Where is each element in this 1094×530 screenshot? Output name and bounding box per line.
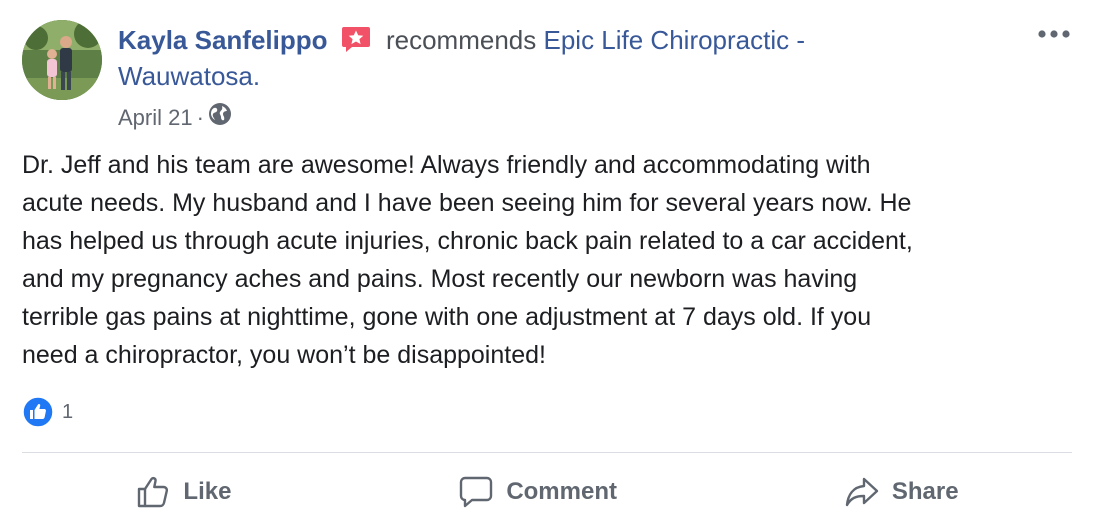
comment-label: Comment — [506, 478, 617, 505]
like-reaction-icon — [22, 396, 54, 428]
avatar[interactable] — [22, 20, 102, 100]
avatar-photo — [22, 20, 102, 100]
meta-separator: · — [196, 104, 204, 130]
globe-icon[interactable] — [208, 102, 232, 133]
reaction-count: 1 — [62, 400, 74, 423]
ellipsis-icon — [1038, 30, 1070, 38]
comment-button[interactable]: Comment — [442, 468, 633, 516]
recommends-label: recommends — [385, 25, 537, 55]
action-bar: Like Comment Share — [22, 462, 1072, 522]
post-meta: April 21 · — [118, 102, 232, 133]
post-header: Kayla Sanfelippo recommends Epic Life Ch… — [118, 22, 898, 94]
share-button[interactable]: Share — [828, 468, 975, 516]
thumbs-up-icon — [138, 476, 169, 508]
share-label: Share — [891, 478, 959, 505]
share-arrow-icon — [845, 477, 879, 507]
author-name[interactable]: Kayla Sanfelippo — [118, 25, 328, 55]
star-badge-icon — [341, 25, 371, 53]
post-body: Dr. Jeff and his team are awesome! Alway… — [22, 151, 913, 369]
divider — [22, 452, 1072, 453]
like-button[interactable]: Like — [119, 468, 247, 516]
reactions-summary[interactable]: 1 — [22, 396, 73, 428]
comment-icon — [460, 476, 493, 508]
post-date[interactable]: April 21 — [118, 104, 193, 132]
more-options-button[interactable] — [1036, 24, 1072, 44]
review-post: Kayla Sanfelippo recommends Epic Life Ch… — [0, 0, 1094, 530]
like-label: Like — [183, 478, 232, 505]
